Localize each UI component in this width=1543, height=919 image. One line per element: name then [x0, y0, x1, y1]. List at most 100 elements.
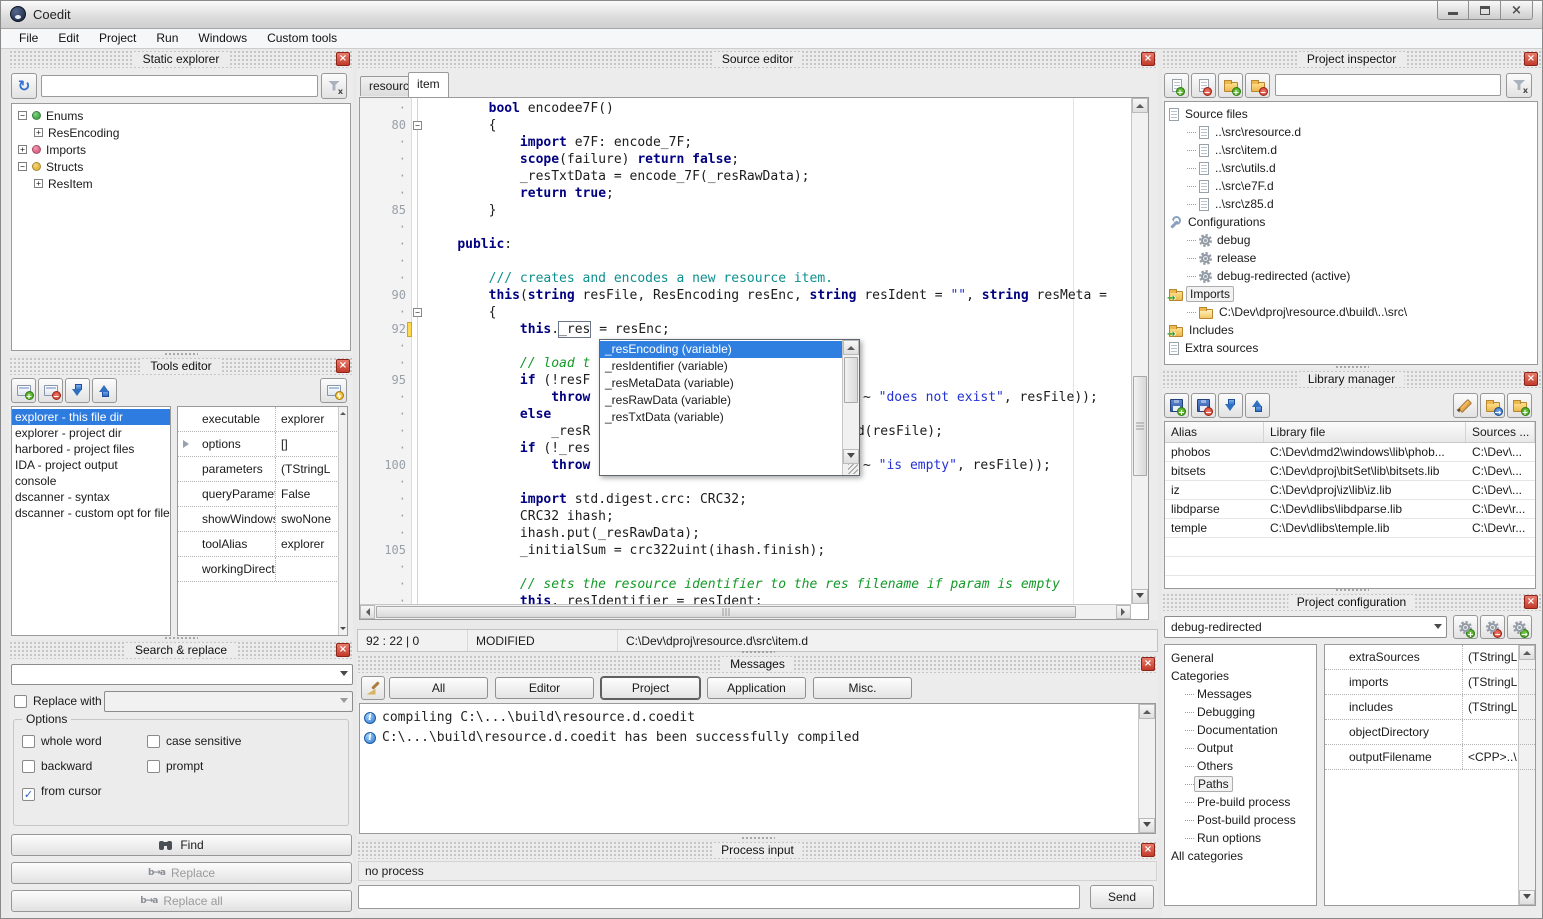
menu-item-file[interactable]: File [9, 29, 48, 48]
add-library-button[interactable]: + [1164, 393, 1189, 418]
tool-item[interactable]: dscanner - custom opt for file [12, 505, 170, 521]
completion-item[interactable]: _resEncoding (variable) [600, 341, 842, 358]
tab-item[interactable]: item [408, 72, 449, 97]
code-line[interactable]: ·− { [360, 304, 1131, 321]
option-checkbox-whole-word[interactable]: whole word [22, 734, 102, 748]
table-row[interactable] [1165, 557, 1535, 576]
edit-library-button[interactable] [1453, 393, 1478, 418]
completion-item[interactable]: _resIdentifier (variable) [600, 358, 842, 375]
code-line[interactable]: 80− { [360, 117, 1131, 134]
fold-collapse-icon[interactable]: − [413, 121, 422, 130]
category-item[interactable]: Debugging [1165, 703, 1316, 721]
scroll-down-button[interactable] [1132, 589, 1148, 604]
code-line[interactable]: 85 } [360, 202, 1131, 219]
tool-item[interactable]: dscanner - syntax [12, 489, 170, 505]
send-button[interactable]: Send [1090, 885, 1154, 909]
completion-item[interactable]: _resMetaData (variable) [600, 375, 842, 392]
tree-item[interactable]: Extra sources [1165, 339, 1537, 357]
property-value[interactable]: [] [276, 432, 347, 456]
property-row[interactable]: options[] [178, 432, 347, 457]
splitter-grip[interactable] [164, 636, 198, 640]
configuration-selector-combo[interactable]: debug-redirected [1164, 616, 1447, 638]
option-checkbox-prompt[interactable]: prompt [147, 759, 203, 773]
chevron-down-icon[interactable] [340, 671, 348, 680]
close-panel-icon[interactable] [1141, 843, 1155, 857]
tree-item[interactable]: −Enums [12, 107, 350, 124]
tree-item[interactable]: +ResEncoding [12, 124, 350, 141]
tree-item[interactable]: Source files [1165, 105, 1537, 123]
clone-configuration-button[interactable]: → [1507, 615, 1532, 639]
code-line[interactable]: · return true; [360, 185, 1131, 202]
replace-button[interactable]: b→aReplace [11, 862, 352, 884]
property-value[interactable]: swoNone [276, 507, 347, 531]
close-panel-icon[interactable] [1524, 372, 1538, 386]
scrollbar-thumb[interactable] [376, 606, 1076, 618]
property-row[interactable]: parameters(TStringL [178, 457, 347, 482]
library-from-project-button[interactable]: → [1480, 393, 1505, 418]
tree-item[interactable]: +ResItem [12, 175, 350, 192]
close-button[interactable]: × [1501, 1, 1533, 20]
tree-item[interactable]: ..\src\resource.d [1165, 123, 1537, 141]
expand-arrow-icon[interactable] [183, 440, 193, 448]
messages-scrollbar[interactable] [1138, 704, 1155, 833]
code-line[interactable]: · bool encodee7F() [360, 100, 1131, 117]
scroll-down-button[interactable] [843, 449, 859, 464]
option-checkbox-from-cursor[interactable]: ✓from cursor [22, 784, 102, 801]
code-line[interactable]: · scope(failure) return false; [360, 151, 1131, 168]
tree-item[interactable]: release [1165, 249, 1537, 267]
remove-configuration-button[interactable]: − [1480, 615, 1505, 639]
table-row[interactable]: izC:\Dev\dproj\iz\lib\iz.libC:\Dev\... [1165, 481, 1535, 500]
property-row[interactable]: outputFilename<CPP>..\ [1325, 745, 1535, 770]
splitter-grip[interactable] [741, 650, 775, 654]
clear-messages-button[interactable] [361, 676, 385, 700]
code-line[interactable]: · // sets the resource identifier to the… [360, 576, 1131, 593]
scroll-down-button[interactable] [1139, 818, 1155, 833]
replace-with-checkbox[interactable]: Replace with [14, 694, 102, 708]
add-file-button[interactable]: + [1164, 73, 1189, 98]
menu-item-windows[interactable]: Windows [188, 29, 257, 48]
code-line[interactable]: · CRC32 ihash; [360, 508, 1131, 525]
tree-item[interactable]: →Imports [1165, 285, 1537, 303]
scroll-up-button[interactable] [843, 340, 859, 355]
filter-button-all[interactable]: All [389, 677, 488, 699]
menu-item-edit[interactable]: Edit [48, 29, 89, 48]
move-down-button[interactable] [65, 378, 90, 403]
scrollbar-thumb[interactable] [1133, 376, 1147, 476]
scroll-up-icon[interactable] [340, 409, 346, 415]
completion-scrollbar[interactable] [842, 340, 859, 475]
tree-item[interactable]: →Includes [1165, 321, 1537, 339]
property-value[interactable]: explorer [276, 532, 347, 556]
menu-item-custom-tools[interactable]: Custom tools [257, 29, 347, 48]
close-panel-icon[interactable] [336, 643, 350, 657]
menu-item-run[interactable]: Run [146, 29, 188, 48]
splitter-grip[interactable] [1335, 588, 1369, 592]
table-row[interactable]: bitsetsC:\Dev\dproj\bitSet\lib\bitsets.l… [1165, 462, 1535, 481]
property-value[interactable]: explorer [276, 407, 347, 431]
property-value[interactable]: (TStringL [276, 457, 347, 481]
property-value[interactable]: (TStringL [1463, 695, 1535, 719]
remove-folder-button[interactable]: − [1245, 73, 1270, 98]
tree-item[interactable]: C:\Dev\dproj\resource.d\build\..\src\ [1165, 303, 1537, 321]
refresh-button[interactable] [11, 73, 37, 99]
category-item[interactable]: All categories [1165, 847, 1316, 865]
category-item[interactable]: General [1165, 649, 1316, 667]
code-line[interactable]: · [360, 559, 1131, 576]
category-item[interactable]: Run options [1165, 829, 1316, 847]
code-line[interactable]: 105 _initialSum = crc322uint(ihash.finis… [360, 542, 1131, 559]
tool-item[interactable]: console [12, 473, 170, 489]
filter-button-application[interactable]: Application [707, 677, 806, 699]
remove-library-button[interactable]: − [1191, 393, 1216, 418]
property-value[interactable]: (TStringL [1463, 670, 1535, 694]
scrollbar-thumb[interactable] [844, 357, 858, 403]
filter-button[interactable] [1506, 73, 1532, 98]
close-panel-icon[interactable] [1524, 52, 1538, 66]
scroll-down-icon[interactable] [340, 627, 346, 633]
find-button[interactable]: Find [11, 834, 352, 856]
column-header-alias[interactable]: Alias [1165, 422, 1264, 442]
expander-icon[interactable]: − [18, 162, 27, 171]
tree-item[interactable]: ..\src\utils.d [1165, 159, 1537, 177]
table-row[interactable]: phobosC:\Dev\dmd2\windows\lib\phob...C:\… [1165, 443, 1535, 462]
expander-icon[interactable]: + [34, 179, 43, 188]
property-value[interactable] [1463, 720, 1535, 744]
add-folder-button[interactable]: + [1218, 73, 1243, 98]
